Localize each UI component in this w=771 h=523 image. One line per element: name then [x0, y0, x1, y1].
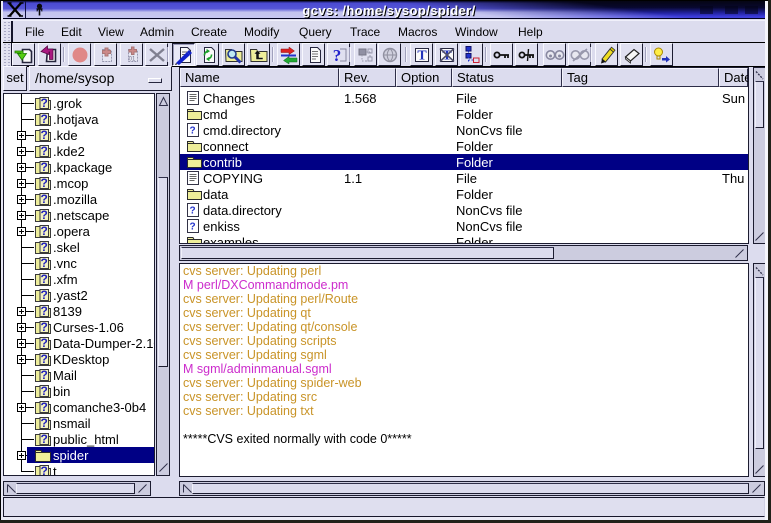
svg-text:?: ?	[41, 208, 48, 222]
svg-text:?: ?	[41, 272, 48, 286]
svg-text:?: ?	[41, 336, 48, 350]
svg-text:?: ?	[41, 112, 48, 126]
svg-text:?: ?	[41, 304, 48, 318]
svg-text:?: ?	[41, 384, 48, 398]
svg-text:?: ?	[41, 160, 48, 174]
svg-text:?: ?	[41, 240, 48, 254]
svg-text:?: ?	[41, 144, 48, 158]
svg-text:?: ?	[333, 46, 342, 65]
svg-text:?: ?	[41, 224, 48, 238]
svg-text:?: ?	[189, 126, 195, 137]
svg-text:?: ?	[189, 206, 195, 217]
svg-text:?: ?	[41, 288, 48, 302]
svg-text:?: ?	[41, 432, 48, 446]
svg-text:?: ?	[41, 176, 48, 190]
svg-text:?: ?	[41, 256, 48, 270]
svg-text:?: ?	[41, 320, 48, 334]
svg-text:?: ?	[189, 222, 195, 233]
svg-text:?: ?	[41, 128, 48, 142]
svg-text:?: ?	[41, 400, 48, 414]
svg-text:?: ?	[41, 368, 48, 382]
svg-text:?: ?	[41, 416, 48, 430]
svg-text:?: ?	[41, 96, 48, 110]
svg-text:?: ?	[41, 464, 48, 476]
svg-text:?: ?	[41, 192, 48, 206]
svg-text:01: 01	[129, 57, 136, 63]
svg-text:T: T	[417, 49, 427, 64]
svg-text:?: ?	[41, 352, 48, 366]
